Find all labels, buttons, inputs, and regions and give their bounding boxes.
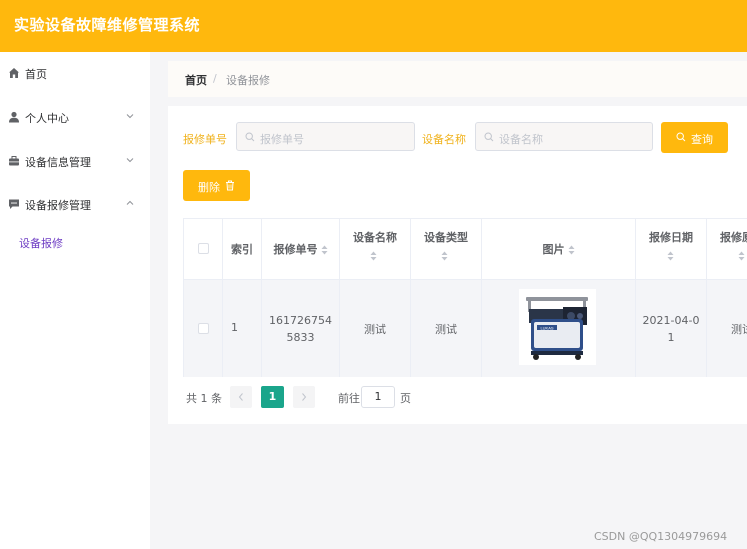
main-panel: 报修单号 报修单号 设备名称 设备名称 查询 删除 索引 报修单号 设备名称 设… <box>168 106 747 424</box>
delete-button[interactable]: 删除 <box>183 170 250 201</box>
header-order-no-wrap: 报修单号 <box>262 241 339 258</box>
watermark-text: CSDN @QQ1304979694 <box>594 530 728 543</box>
sidebar-item-personal-center[interactable]: 个人中心 <box>0 100 150 136</box>
row-order-no-cell: 161726754 5833 <box>262 280 340 377</box>
device-name-input[interactable]: 设备名称 <box>475 122 653 151</box>
trash-icon <box>226 180 234 191</box>
delete-button-label: 删除 <box>198 181 220 194</box>
header-device-type-label: 设备类型 <box>424 231 468 244</box>
order-no-placeholder: 报修单号 <box>260 133 304 146</box>
device-image[interactable]: LUKAS <box>519 289 596 365</box>
top-header: 实验设备故障维修管理系统 <box>0 0 747 52</box>
goto-label: 前往 <box>338 392 360 405</box>
header-image-label: 图片 <box>542 243 565 256</box>
breadcrumb-separator: / <box>213 72 217 85</box>
header-date-label: 报修日期 <box>649 231 693 244</box>
header-extra[interactable]: 报修原 <box>707 219 747 279</box>
order-no-input[interactable]: 报修单号 <box>236 122 415 151</box>
select-all-checkbox[interactable] <box>198 243 209 254</box>
sidebar-item-device-info[interactable]: 设备信息管理 <box>0 144 150 180</box>
row-device-type-cell: 测试 <box>411 280 482 377</box>
query-button[interactable]: 查询 <box>661 122 728 153</box>
row-device-name-cell: 测试 <box>340 280 411 377</box>
sidebar-item-home[interactable]: 首页 <box>0 56 150 92</box>
goto-unit-label: 页 <box>400 392 411 405</box>
chevron-down-icon <box>126 114 134 119</box>
row-extra-cell: 测试 <box>707 280 747 377</box>
chevron-down-icon <box>126 158 134 163</box>
header-device-name-label: 设备名称 <box>353 231 397 244</box>
home-icon <box>9 68 19 78</box>
repair-table: 索引 报修单号 设备名称 设备类型 图片 报修日期 报修 1 161726754… <box>183 218 747 377</box>
search-icon <box>484 132 494 142</box>
sidebar-item-label: 首页 <box>25 68 47 81</box>
row-date-line1: 2021-04-0 <box>642 314 700 327</box>
prev-page-button[interactable] <box>230 386 252 408</box>
row-extra: 测试 <box>731 323 747 336</box>
sidebar-item-label: 设备信息管理 <box>25 156 91 169</box>
header-device-name[interactable]: 设备名称 <box>340 219 411 279</box>
row-image-cell: LUKAS <box>482 280 636 377</box>
sort-icon[interactable] <box>441 251 448 261</box>
row-device-name: 测试 <box>364 323 386 336</box>
device-image-caption: LUKAS <box>540 325 553 330</box>
sort-icon[interactable] <box>321 245 328 255</box>
header-checkbox-cell <box>184 219 223 279</box>
sort-icon[interactable] <box>370 251 377 261</box>
sidebar: 首页 个人中心 设备信息管理 设备报修管理 设备报修 <box>0 52 150 549</box>
sidebar-item-label: 设备报修管理 <box>25 199 91 212</box>
order-no-label: 报修单号 <box>183 133 227 146</box>
user-icon <box>9 111 19 123</box>
sort-icon[interactable] <box>568 245 575 255</box>
goto-page-input[interactable]: 1 <box>361 386 395 408</box>
header-index: 索引 <box>223 219 262 279</box>
pagination-total: 共 1 条 <box>186 392 222 405</box>
briefcase-icon <box>9 156 19 166</box>
row-checkbox[interactable] <box>198 323 209 334</box>
submenu-item-label: 设备报修 <box>19 237 63 250</box>
row-date-line2: 1 <box>667 331 675 344</box>
breadcrumb-current: 设备报修 <box>226 74 270 87</box>
header-extra-label: 报修原 <box>720 231 747 244</box>
sidebar-item-repair-management[interactable]: 设备报修管理 <box>0 187 150 223</box>
search-icon <box>245 132 255 142</box>
header-order-no[interactable]: 报修单号 <box>262 219 340 279</box>
submenu-item-repair[interactable]: 设备报修 <box>0 229 150 259</box>
row-index-cell: 1 <box>223 280 262 377</box>
table-header: 索引 报修单号 设备名称 设备类型 图片 报修日期 报修 <box>184 219 747 280</box>
chevron-left-icon <box>238 393 243 401</box>
page-number-button[interactable]: 1 <box>261 386 284 408</box>
row-date-cell: 2021-04-0 1 <box>636 280 707 377</box>
header-date[interactable]: 报修日期 <box>636 219 707 279</box>
sidebar-item-label: 个人中心 <box>25 112 69 125</box>
row-checkbox-cell <box>184 280 223 377</box>
next-page-button[interactable] <box>293 386 315 408</box>
search-icon <box>676 132 686 142</box>
chevron-right-icon <box>302 393 307 401</box>
header-image-wrap: 图片 <box>482 241 635 258</box>
query-button-label: 查询 <box>691 133 713 146</box>
row-order-no-line1: 161726754 <box>269 314 332 327</box>
breadcrumb: 首页 / 设备报修 <box>168 61 747 97</box>
header-device-type[interactable]: 设备类型 <box>411 219 482 279</box>
device-name-label: 设备名称 <box>422 133 466 146</box>
row-device-type: 测试 <box>435 323 457 336</box>
app-title: 实验设备故障维修管理系统 <box>14 16 201 34</box>
header-image[interactable]: 图片 <box>482 219 636 279</box>
row-index: 1 <box>231 321 238 334</box>
message-icon <box>9 199 19 209</box>
sort-icon[interactable] <box>738 251 745 261</box>
row-order-no-line2: 5833 <box>286 331 315 344</box>
header-index-label: 索引 <box>231 243 253 256</box>
breadcrumb-home-link[interactable]: 首页 <box>185 72 207 88</box>
device-name-placeholder: 设备名称 <box>499 133 543 146</box>
sort-icon[interactable] <box>667 251 674 261</box>
table-row[interactable]: 1 161726754 5833 测试 测试 LUKAS 2021-04-0 1… <box>184 280 747 377</box>
chevron-up-icon <box>126 200 134 205</box>
header-order-no-label: 报修单号 <box>273 243 318 256</box>
